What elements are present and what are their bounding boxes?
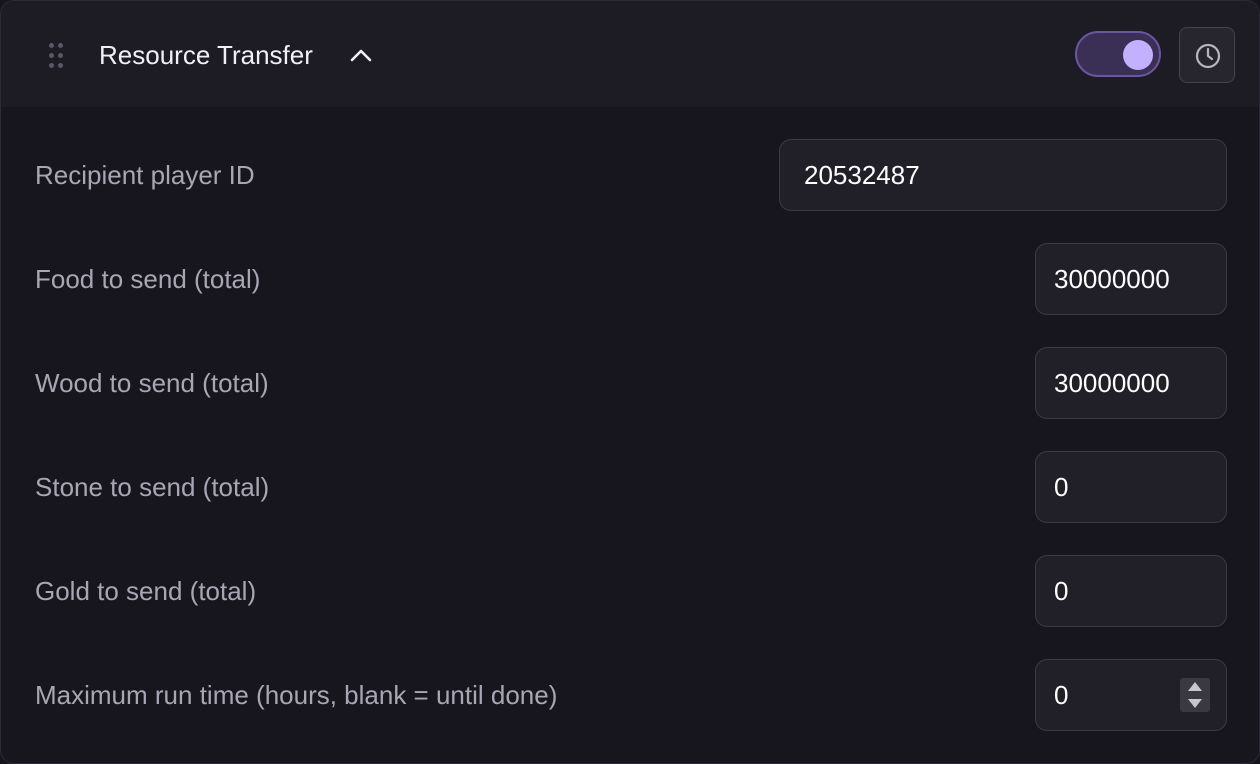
panel-header[interactable]: Resource Transfer: [1, 1, 1259, 107]
recipient-player-id-label: Recipient player ID: [35, 160, 255, 190]
wood-to-send-label: Wood to send (total): [35, 368, 269, 398]
history-button[interactable]: [1179, 27, 1235, 83]
clock-icon: [1195, 43, 1221, 69]
spinner-arrows-icon: [1188, 682, 1202, 708]
number-spinner[interactable]: [1180, 678, 1210, 712]
recipient-player-id-input[interactable]: 20532487: [779, 139, 1227, 211]
food-to-send-label: Food to send (total): [35, 264, 261, 294]
drag-handle-icon[interactable]: [49, 43, 63, 69]
stone-to-send-input[interactable]: 0: [1035, 451, 1227, 523]
gold-to-send-input[interactable]: 0: [1035, 555, 1227, 627]
panel-title: Resource Transfer: [99, 40, 313, 70]
stone-to-send-label: Stone to send (total): [35, 472, 270, 502]
resource-transfer-panel: Resource Transfer Recipient player ID 20…: [0, 0, 1260, 764]
chevron-up-icon[interactable]: [347, 41, 375, 69]
max-run-time-input[interactable]: 0: [1035, 659, 1227, 731]
enable-toggle[interactable]: [1075, 31, 1161, 77]
max-run-time-value: 0: [1054, 680, 1069, 710]
gold-to-send-label: Gold to send (total): [35, 576, 257, 606]
wood-to-send-input[interactable]: 30000000: [1035, 347, 1227, 419]
food-to-send-input[interactable]: 30000000: [1035, 243, 1227, 315]
toggle-knob: [1123, 40, 1153, 70]
max-run-time-label: Maximum run time (hours, blank = until d…: [35, 680, 558, 710]
